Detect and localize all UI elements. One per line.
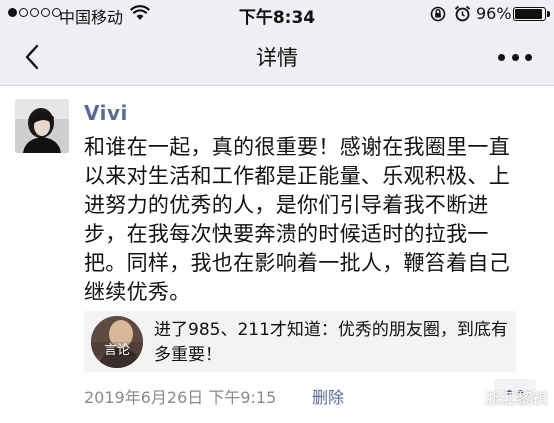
post-text: 和谁在一起，真的很重要！感谢在我圈里一直以来对生活和工作都是正能量、乐观积极、上… bbox=[84, 135, 510, 304]
orientation-lock-icon bbox=[430, 6, 446, 22]
delete-button[interactable]: 删除 bbox=[312, 384, 344, 408]
link-thumbnail-label: 言论 bbox=[104, 343, 130, 358]
more-options-button[interactable] bbox=[498, 42, 532, 72]
battery-percentage: 96% bbox=[476, 4, 512, 23]
navigation-bar: 详情 bbox=[0, 28, 554, 86]
avatar[interactable] bbox=[15, 99, 69, 153]
avatar-image bbox=[15, 99, 69, 153]
link-title: 进了985、211才知道：优秀的朋友圈，到底有多重要！ bbox=[154, 320, 508, 365]
username[interactable]: Vivi bbox=[84, 101, 128, 125]
page-title: 详情 bbox=[256, 46, 298, 70]
wechat-logo-icon bbox=[462, 389, 480, 405]
alarm-icon bbox=[454, 5, 471, 22]
shared-link-card[interactable]: 言论 进了985、211才知道：优秀的朋友圈，到底有多重要！ bbox=[84, 311, 516, 372]
watermark-text: 浙江黎祺 bbox=[484, 389, 549, 408]
post-timestamp: 2019年6月26日 下午9:15 bbox=[84, 388, 277, 407]
link-thumbnail: 言论 bbox=[91, 316, 143, 368]
status-bar: 中国移动 下午8:34 96% bbox=[0, 0, 554, 28]
watermark: 浙江黎祺 bbox=[462, 385, 548, 409]
battery-icon bbox=[513, 7, 550, 21]
